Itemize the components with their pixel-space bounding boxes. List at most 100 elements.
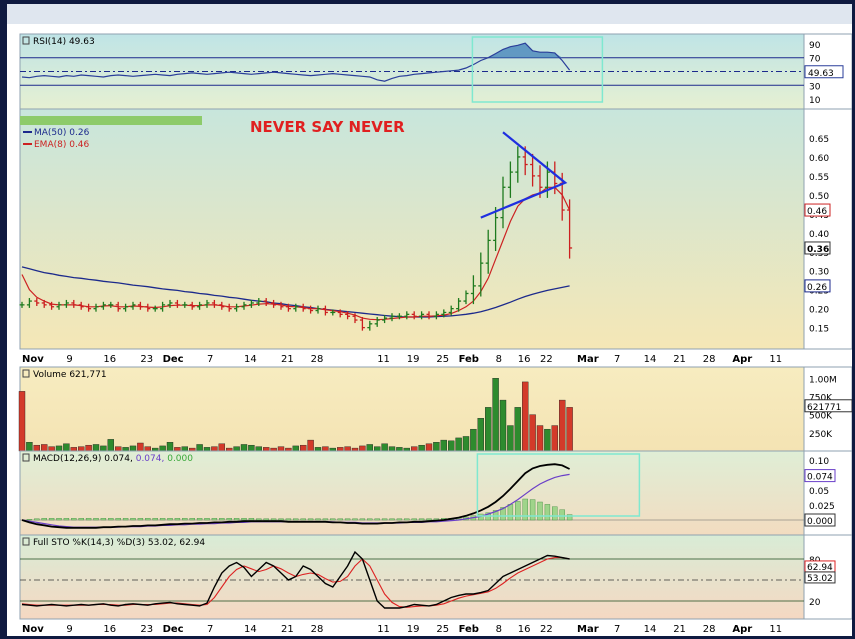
macd-histogram-bar [219, 518, 225, 521]
rsi-tick-label: 90 [809, 41, 821, 51]
volume-bar [159, 445, 166, 452]
macd-histogram-bar [196, 518, 203, 521]
sto-axis-band [7, 621, 852, 635]
sto-date-label: Dec [163, 624, 184, 635]
macd-histogram-bar [315, 518, 321, 521]
macd-histogram-bar [93, 518, 99, 521]
price-date-label: Apr [732, 354, 752, 365]
volume-bar [18, 391, 26, 452]
macd-histogram-bar [359, 518, 366, 521]
macd-histogram-bar [108, 518, 114, 521]
volume-bar [166, 442, 174, 452]
price-date-label: Dec [163, 354, 184, 365]
macd-histogram-bar [396, 518, 403, 521]
sto-date-label: 11 [377, 624, 390, 635]
macd-histogram-bar [367, 518, 373, 521]
volume-bar [359, 445, 366, 452]
rsi-tick-label: 70 [809, 55, 821, 65]
macd-histogram-bar [211, 518, 218, 521]
macd-histogram-bar [330, 518, 336, 521]
sto-date-label: 16 [518, 624, 531, 635]
rsi-last-value: 49.63 [808, 69, 834, 79]
volume-bar [26, 442, 33, 452]
sto-date-label: 28 [703, 624, 716, 635]
volume-bar [381, 443, 388, 452]
volume-bar [433, 442, 440, 452]
volume-bar [129, 445, 137, 452]
volume-bar [337, 447, 344, 452]
volume-bar [63, 443, 70, 452]
volume-bar [559, 399, 566, 452]
price-tick-label: 0.60 [809, 154, 829, 164]
macd-histogram-bar [122, 518, 129, 521]
price-date-label: 14 [244, 354, 257, 365]
volume-bar [455, 437, 462, 452]
price-date-label: 19 [407, 354, 420, 365]
price-tick-label: 0.20 [809, 306, 829, 316]
price-tick-label: 0.50 [809, 192, 829, 202]
price-axis-band [7, 351, 852, 365]
price-date-label: 23 [140, 354, 153, 365]
volume-bar [307, 439, 314, 452]
macd-histogram-bar [307, 518, 314, 521]
sto-date-label: Apr [732, 624, 752, 635]
macd-histogram-bar [41, 518, 47, 521]
volume-label: Volume 621,771 [33, 370, 107, 380]
sto-date-label: Mar [577, 624, 599, 635]
sto-date-label: 25 [436, 624, 449, 635]
price-date-label: 28 [311, 354, 324, 365]
macd-histogram-bar [344, 518, 351, 521]
volume-bar [144, 446, 152, 452]
sto-label: Full STO %K(14,3) %D(3) 53.02, 62.94 [33, 538, 205, 548]
macd-histogram-bar [26, 519, 33, 521]
rsi-label: RSI(14) 49.63 [33, 37, 95, 47]
macd-histogram-bar [182, 518, 188, 521]
price-date-label: 21 [281, 354, 294, 365]
price-tick-label: 0.40 [809, 230, 829, 240]
macd-histogram-bar [189, 518, 195, 521]
volume-bar [255, 446, 263, 452]
price-date-label: 14 [644, 354, 657, 365]
volume-bar [507, 425, 514, 452]
volume-bar [33, 444, 40, 452]
volume-tick-label: 250K [809, 430, 833, 440]
price-date-label: 25 [436, 354, 449, 365]
price-tick-label: 0.15 [809, 325, 829, 335]
price-date-label: 11 [377, 354, 390, 365]
macd-histogram-bar [507, 504, 514, 521]
price-date-label: 16 [103, 354, 116, 365]
price-date-label: 21 [673, 354, 686, 365]
macd-histogram-bar [559, 509, 565, 521]
volume-bar [211, 446, 218, 452]
macd-tick-label: 0.025 [809, 502, 835, 512]
volume-bar [48, 446, 55, 452]
macd-histogram-bar [418, 518, 425, 521]
price-date-label: 8 [496, 354, 502, 365]
macd-histogram-bar [529, 499, 536, 521]
price-tick-label: 0.55 [809, 173, 829, 183]
volume-bar [203, 447, 211, 452]
macd-histogram-bar [322, 518, 329, 521]
rsi-tick-label: 10 [809, 96, 821, 106]
volume-bar [41, 444, 48, 452]
volume-bar [440, 439, 447, 452]
price-date-label: 22 [540, 354, 553, 365]
macd-histogram-bar [352, 518, 358, 521]
volume-bar [77, 446, 85, 452]
macd-histogram-bar [226, 518, 232, 521]
macd-last-value: 0.074 [807, 473, 833, 483]
price-date-label: 7 [614, 354, 620, 365]
volume-bar [566, 407, 573, 452]
macd-histogram-bar [204, 518, 210, 521]
macd-histogram-bar [152, 518, 158, 521]
macd-histogram-bar [48, 518, 55, 521]
price-date-label: Feb [459, 354, 479, 365]
ma-value: 0.26 [807, 283, 827, 293]
price-date-label: Mar [577, 354, 599, 365]
volume-bar [292, 445, 299, 452]
volume-bar [425, 443, 433, 452]
volume-bar [277, 446, 285, 452]
macd-histogram-bar [389, 518, 395, 521]
price-tick-label: 0.30 [809, 268, 829, 278]
volume-bar [485, 407, 492, 452]
